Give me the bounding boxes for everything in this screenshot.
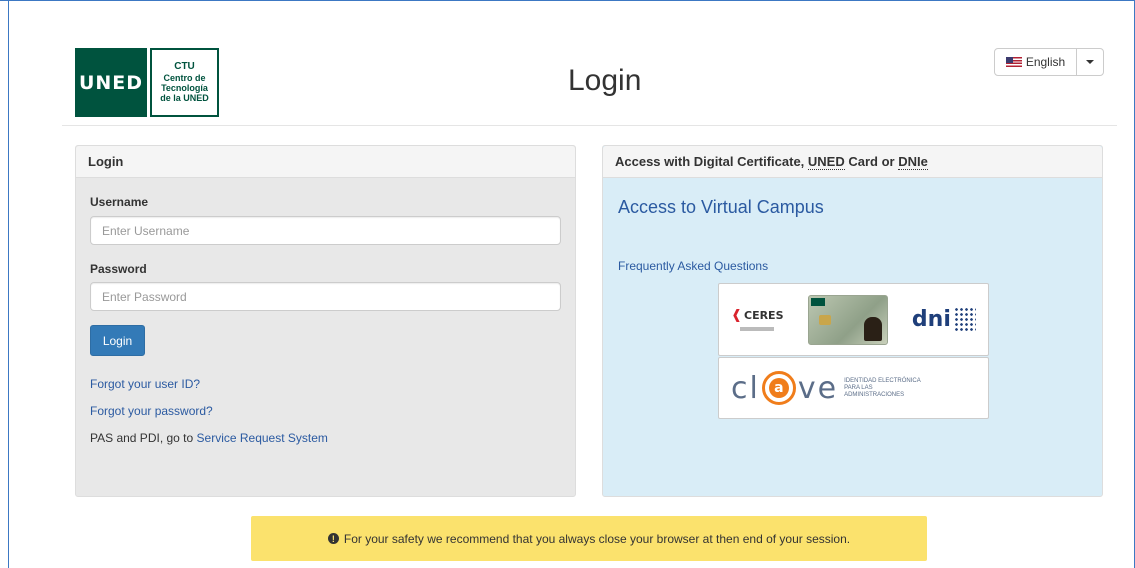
language-selector[interactable]: English	[994, 48, 1104, 76]
clave-logo-button[interactable]: cl a ve IDENTIDAD ELECTRÓNICA PARA LAS A…	[718, 357, 989, 419]
ceres-subtext	[740, 327, 775, 331]
clave-at-inner: a	[768, 378, 789, 398]
card-chip-icon	[818, 314, 831, 325]
clave-at-icon: a	[761, 371, 796, 405]
login-panel-title: Login	[88, 154, 124, 169]
header-divider	[62, 125, 1117, 126]
ceres-text: CERES	[744, 309, 784, 322]
pas-pdi-text: PAS and PDI, go to Service Request Syste…	[90, 431, 328, 445]
clave-left: cl	[731, 370, 760, 406]
dni-dots-icon	[953, 306, 976, 333]
language-button[interactable]: English	[995, 49, 1077, 75]
certificate-logos-button[interactable]: ❰ CERES dni	[718, 283, 989, 356]
dnie-abbr: DNIe	[898, 153, 928, 170]
ctu-logo-line1: CTU	[174, 61, 195, 72]
password-input[interactable]	[90, 282, 561, 311]
uned-card-image	[807, 294, 888, 345]
login-panel: Login Username Password Login Forgot you…	[75, 145, 576, 497]
ceres-wordmark: ❰ CERES	[731, 308, 783, 323]
safety-alert-text: For your safety we recommend that you al…	[343, 531, 851, 546]
clave-wordmark: cl a ve	[731, 371, 838, 406]
us-flag-icon	[1005, 57, 1022, 67]
card-uned-tag	[810, 297, 825, 306]
window-border-top	[0, 0, 1135, 1]
ctu-logo-line4: de la UNED	[160, 93, 209, 103]
dni-logo: dni	[911, 306, 976, 333]
window-border-left	[8, 0, 9, 568]
password-label: Password	[90, 262, 147, 276]
certificate-heading-prefix: Access with Digital Certificate,	[615, 154, 808, 169]
ceres-mark-icon: ❰	[731, 308, 742, 323]
pas-pdi-prefix: PAS and PDI, go to	[90, 431, 197, 445]
forgot-user-id-link[interactable]: Forgot your user ID?	[90, 377, 200, 391]
uned-abbr: UNED	[807, 153, 845, 170]
certificate-heading-middle: Card or	[844, 154, 899, 169]
card-photo	[863, 316, 882, 341]
access-virtual-campus-link[interactable]: Access to Virtual Campus	[618, 197, 824, 218]
caret-down-icon	[1086, 60, 1094, 64]
exclamation-circle-icon: !	[327, 533, 339, 544]
language-label: English	[1025, 55, 1066, 69]
language-dropdown-toggle[interactable]	[1077, 49, 1103, 75]
login-button[interactable]: Login	[90, 325, 145, 356]
dni-text: dni	[911, 306, 951, 332]
username-label: Username	[90, 195, 149, 209]
page-title: Login	[568, 64, 642, 97]
service-request-link[interactable]: Service Request System	[197, 431, 328, 445]
forgot-password-link[interactable]: Forgot your password?	[90, 404, 213, 418]
certificate-panel: Access with Digital Certificate, UNED Ca…	[602, 145, 1103, 497]
username-input[interactable]	[90, 216, 561, 245]
login-panel-heading: Login	[76, 146, 575, 178]
uned-logo: UNED	[75, 48, 147, 117]
ceres-logo: ❰ CERES	[731, 308, 784, 331]
ctu-logo-line2: Centro de	[163, 73, 206, 83]
ctu-logo-line3: Tecnología	[161, 83, 208, 93]
ctu-logo: CTU Centro de Tecnología de la UNED	[150, 48, 219, 117]
clave-right: ve	[797, 370, 839, 406]
certificate-panel-heading: Access with Digital Certificate, UNED Ca…	[603, 146, 1102, 178]
faq-link[interactable]: Frequently Asked Questions	[618, 259, 768, 273]
clave-caption: IDENTIDAD ELECTRÓNICA PARA LAS ADMINISTR…	[844, 377, 921, 398]
safety-alert: ! For your safety we recommend that you …	[251, 516, 927, 561]
